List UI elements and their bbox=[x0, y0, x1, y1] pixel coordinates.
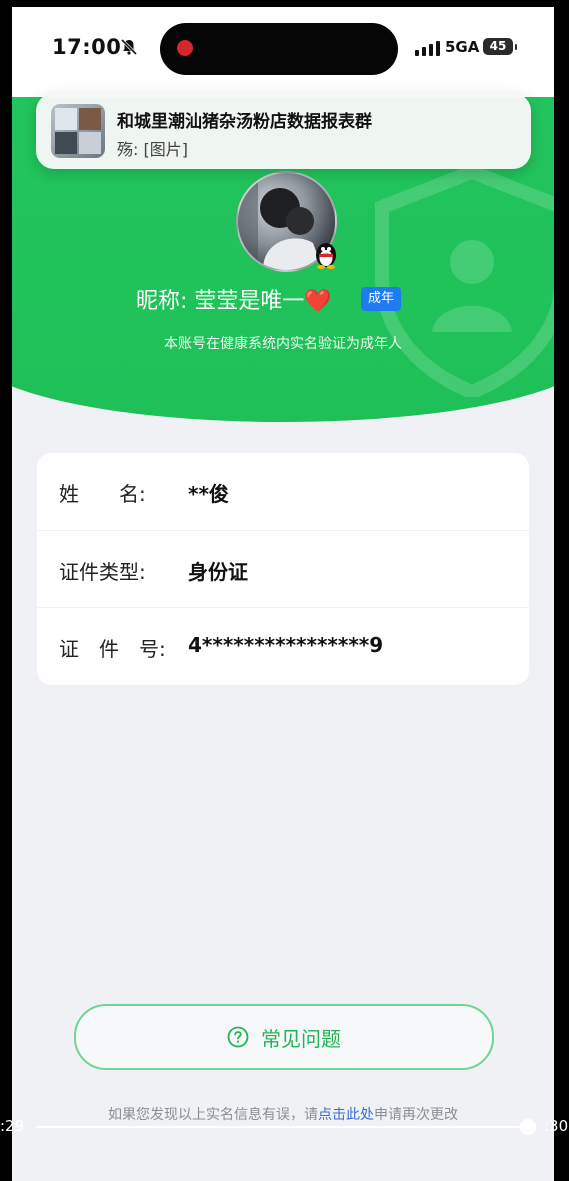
faq-button-content: 常见问题 bbox=[76, 1006, 492, 1068]
identity-row-id-number: 证 件 号: 4****************9 bbox=[37, 607, 529, 685]
notification-banner[interactable]: 和城里潮汕猪杂汤粉店数据报表群 殇: [图片] bbox=[36, 93, 531, 169]
faq-label: 常见问题 bbox=[261, 1026, 341, 1051]
notification-title: 和城里潮汕猪杂汤粉店数据报表群 bbox=[117, 112, 372, 132]
identity-card: 姓 名: **俊 证件类型: 身份证 证 件 号: 4*************… bbox=[37, 453, 529, 685]
video-scrubber[interactable]: :29 :30 bbox=[0, 1112, 569, 1142]
signal-icon bbox=[415, 41, 440, 56]
identity-value: 4****************9 bbox=[188, 633, 384, 657]
status-time: 17:00 bbox=[52, 35, 122, 59]
network-type: 5GA bbox=[445, 38, 480, 56]
nickname-text: 昵称: 莹莹是唯一 bbox=[136, 289, 305, 314]
battery-icon: 45 bbox=[483, 38, 513, 55]
shield-watermark-icon bbox=[375, 167, 554, 397]
qq-penguin-icon bbox=[316, 243, 336, 269]
group-avatar bbox=[51, 104, 105, 158]
battery-tip bbox=[515, 44, 517, 50]
identity-label: 证 件 号: bbox=[59, 637, 166, 661]
nickname: 昵称: 莹莹是唯一❤️ bbox=[136, 283, 332, 315]
scrubber-track[interactable] bbox=[36, 1126, 530, 1128]
screen: 17:00 5GA 45 昵称: 莹莹是唯一❤️ 成年 本账号在健康系统内实名验… bbox=[12, 7, 554, 1181]
identity-value: **俊 bbox=[188, 482, 229, 506]
verification-subtitle: 本账号在健康系统内实名验证为成年人 bbox=[164, 336, 402, 352]
scrubber-knob[interactable] bbox=[520, 1119, 536, 1135]
identity-row-id-type: 证件类型: 身份证 bbox=[37, 530, 529, 608]
notification-body: 殇: [图片] bbox=[117, 140, 188, 159]
status-bar: 17:00 5GA 45 bbox=[12, 7, 554, 97]
faq-button[interactable]: 常见问题 bbox=[74, 1004, 494, 1070]
identity-label: 证件类型: bbox=[59, 560, 146, 584]
identity-row-name: 姓 名: **俊 bbox=[37, 453, 529, 530]
silent-bell-icon bbox=[120, 38, 138, 56]
dynamic-island bbox=[160, 23, 398, 75]
total-time: :30 bbox=[544, 1117, 569, 1135]
identity-label: 姓 名: bbox=[59, 482, 146, 506]
recording-indicator-icon bbox=[177, 40, 193, 56]
heart-emoji-icon: ❤️ bbox=[304, 289, 332, 314]
question-circle-icon bbox=[227, 1026, 249, 1048]
identity-value: 身份证 bbox=[188, 560, 248, 584]
elapsed-time: :29 bbox=[0, 1117, 25, 1135]
adult-badge: 成年 bbox=[361, 287, 402, 311]
